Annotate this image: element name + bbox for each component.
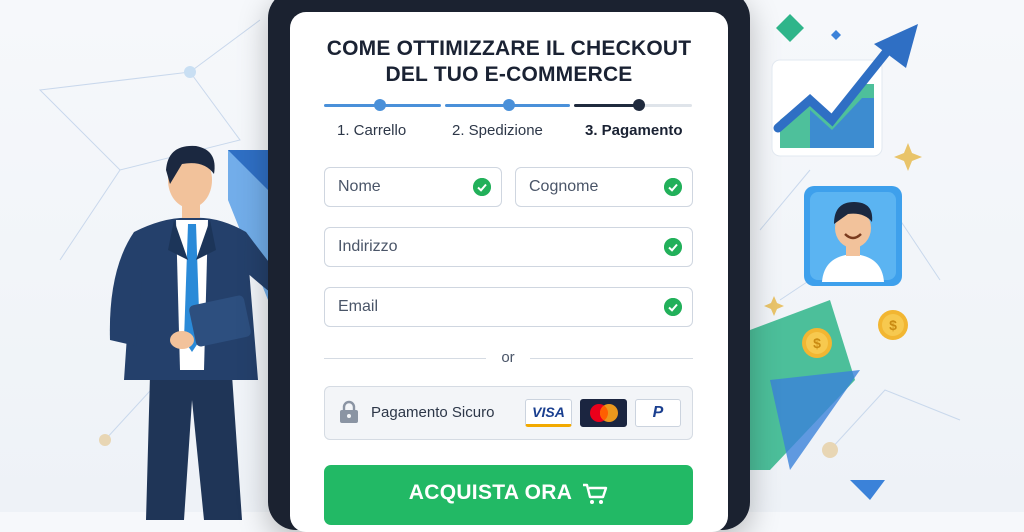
address-input[interactable] [325,228,692,266]
step-spedizione[interactable]: 2. Spedizione [452,122,543,139]
mastercard-icon[interactable] [580,399,627,427]
buy-now-button[interactable]: ACQUISTA ORA [324,465,693,525]
step-bar-remaining [644,104,692,107]
paypal-icon[interactable]: P [635,399,681,427]
svg-text:$: $ [889,317,897,333]
svg-text:$: $ [813,335,821,351]
mastercard-circles [589,404,618,422]
step-dot-2 [503,99,515,111]
last-name-field [515,167,693,207]
checkout-screen [290,12,728,532]
check-icon [473,178,491,196]
email-field [324,287,693,327]
step-dot-3 [633,99,645,111]
divider-or: or [501,349,515,366]
step-pagamento[interactable]: 3. Pagamento [585,122,683,139]
happy-user-avatar [804,186,902,286]
buy-now-label: ACQUISTA ORA [408,481,573,504]
first-name-field [324,167,502,207]
secure-payment-label: Pagamento Sicuro [371,404,495,421]
check-icon [664,178,682,196]
cart-icon [583,483,608,504]
email-input[interactable] [325,288,692,326]
page-title: COME OTTIMIZZARE IL CHECKOUT DEL TUO E-C… [290,36,728,88]
step-carrello[interactable]: 1. Carrello [337,122,406,139]
divider-left [324,358,486,359]
divider-right [530,358,693,359]
visa-text: VISA [532,404,565,420]
coin-icon: $ [802,328,832,358]
address-field [324,227,693,267]
step-dot-1 [374,99,386,111]
paypal-text: P [652,404,664,421]
checkout-stepper: 1. Carrello 2. Spedizione 3. Pagamento [324,98,694,144]
check-icon [664,238,682,256]
visa-card-icon[interactable]: VISA [525,399,572,427]
growth-chart-icon [771,24,918,157]
title-line-2: DEL TUO E-COMMERCE [385,63,633,86]
check-icon [664,298,682,316]
lock-icon [340,400,358,423]
coin-icon: $ [878,310,908,340]
secure-payment-box: Pagamento Sicuro VISA P [324,386,693,440]
title-line-1: COME OTTIMIZZARE IL CHECKOUT [326,37,692,60]
